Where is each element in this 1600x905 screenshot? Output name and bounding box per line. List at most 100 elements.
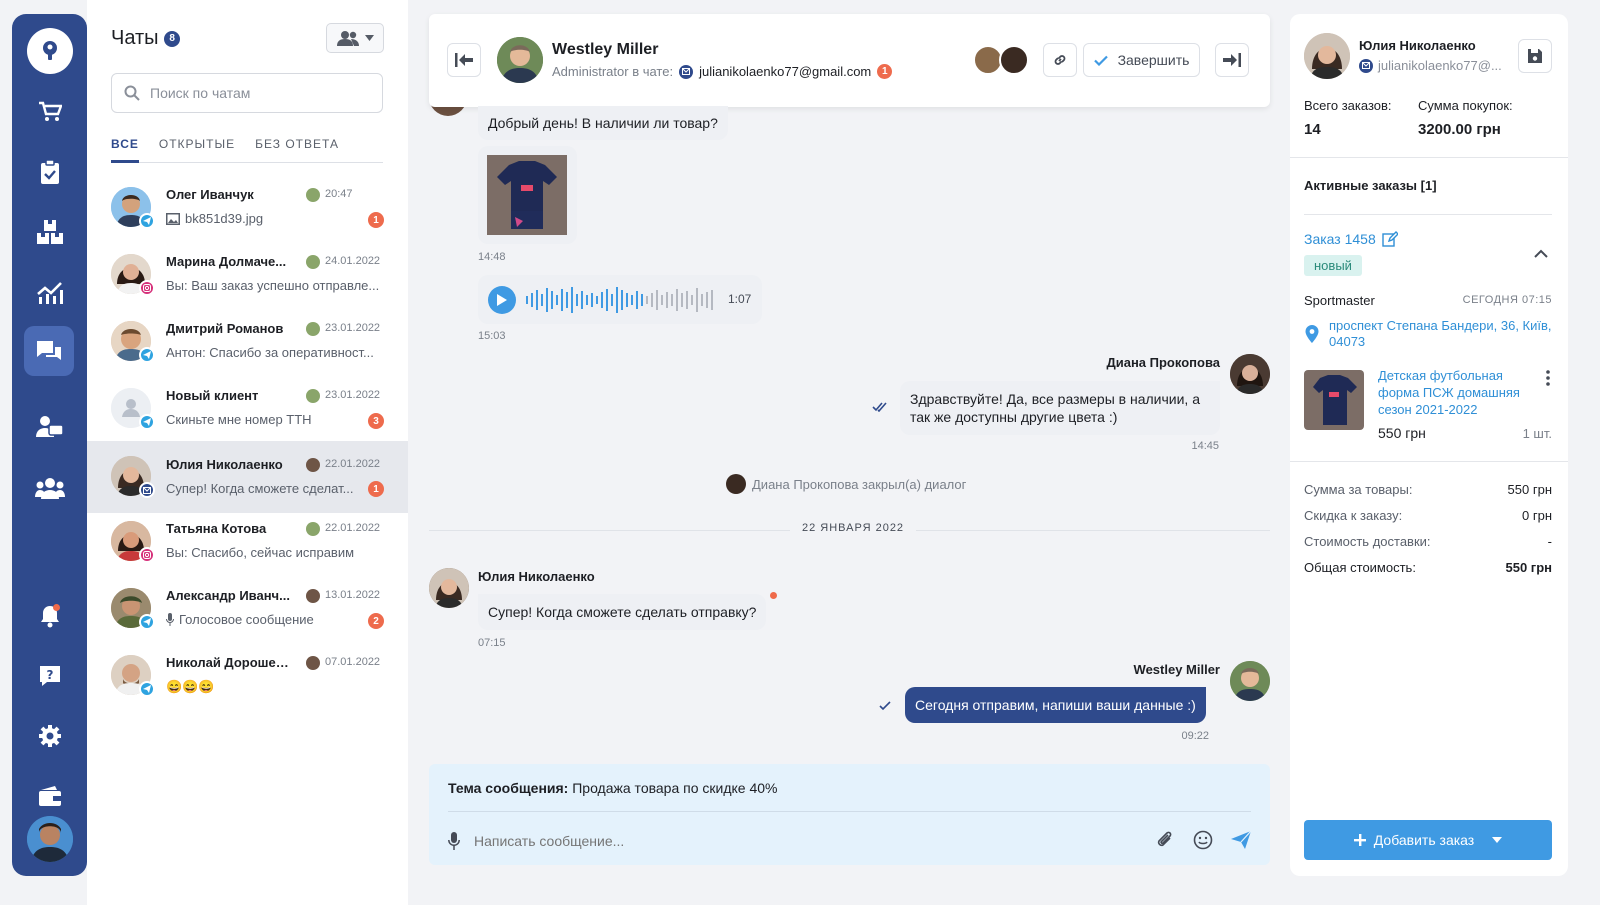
paperclip-icon[interactable] bbox=[1156, 830, 1174, 850]
instagram-icon bbox=[139, 280, 155, 296]
message-time: 14:48 bbox=[478, 251, 506, 263]
chats-icon[interactable] bbox=[24, 326, 74, 376]
message-time: 14:45 bbox=[1191, 440, 1219, 452]
summary-total-row: Общая стоимость: 550 грн bbox=[1304, 560, 1552, 575]
customer-name: Юлия Николаенко bbox=[1359, 38, 1476, 53]
customer-email[interactable]: julianikolaenko77@... bbox=[1378, 58, 1502, 73]
email-icon bbox=[679, 64, 694, 79]
tab-all[interactable]: ВСЕ bbox=[111, 137, 139, 163]
order-time: СЕГОДНЯ 07:15 bbox=[1462, 294, 1552, 306]
finish-dialog-button[interactable]: Завершить bbox=[1083, 43, 1200, 77]
agent-mini-avatar bbox=[306, 522, 320, 536]
email-badge: 1 bbox=[877, 64, 893, 79]
plus-icon bbox=[1353, 834, 1366, 846]
chat-list-item[interactable]: Николай Дорошен... 07.01.2022 😄😄😄 bbox=[87, 642, 408, 709]
chat-list-item-selected[interactable]: Юлия Николаенко 22.01.2022 Супер! Когда … bbox=[87, 441, 408, 513]
tab-no-reply[interactable]: БЕЗ ОТВЕТА bbox=[255, 137, 339, 163]
unread-badge: 1 bbox=[368, 481, 384, 497]
chat-preview: Супер! Когда сможете сделат... bbox=[166, 481, 354, 496]
customer-email-row: julianikolaenko77@... bbox=[1359, 58, 1502, 73]
unread-badge: 1 bbox=[368, 212, 384, 228]
agent-mini-avatar bbox=[306, 656, 320, 670]
message-time: 15:03 bbox=[478, 330, 506, 342]
message-sender: Диана Прокопова bbox=[1106, 355, 1220, 370]
contact-name: Олег Иванчук bbox=[166, 187, 254, 202]
contact-name: Татьяна Котова bbox=[166, 521, 267, 536]
image-message[interactable] bbox=[478, 146, 577, 244]
settings-gear-icon[interactable] bbox=[12, 714, 87, 758]
chat-list-item[interactable]: Олег Иванчук 20:47 bk851d39.jpg 1 bbox=[87, 174, 408, 241]
product-thumbnail[interactable] bbox=[1304, 370, 1364, 430]
contact-name: Новый клиент bbox=[166, 388, 259, 403]
order-link[interactable]: Заказ 1458 bbox=[1304, 231, 1398, 247]
play-icon bbox=[497, 294, 507, 306]
users-group-icon[interactable] bbox=[12, 466, 87, 510]
chat-list-item[interactable]: Александр Иванч... 13.01.2022 Голосовое … bbox=[87, 575, 408, 642]
delivery-address[interactable]: проспект Степана Бандери, 36, Київ, 0407… bbox=[1329, 318, 1554, 350]
more-vertical-icon[interactable] bbox=[1546, 370, 1550, 386]
cart-icon[interactable] bbox=[12, 90, 87, 134]
contact-name: Николай Дорошен... bbox=[166, 655, 291, 670]
message-subject[interactable]: Тема сообщения: Продажа товара по скидке… bbox=[448, 780, 777, 796]
clipboard-check-icon[interactable] bbox=[12, 150, 87, 194]
chat-preview: Антон: Спасибо за оперативност... bbox=[166, 345, 374, 360]
unread-badge: 3 bbox=[368, 413, 384, 429]
message-time: 07:15 bbox=[478, 637, 506, 649]
customer-panel: Юлия Николаенко julianikolaenko77@... Вс… bbox=[1290, 14, 1568, 876]
chat-preview: Вы: Спасибо, сейчас исправим bbox=[166, 545, 355, 560]
chat-preview: bk851d39.jpg bbox=[166, 211, 381, 226]
telegram-icon bbox=[139, 614, 155, 630]
agent-mini-avatar bbox=[306, 322, 320, 336]
microphone-icon[interactable] bbox=[448, 832, 460, 850]
save-floppy-icon bbox=[1528, 49, 1542, 63]
agent-mini-avatar bbox=[306, 255, 320, 269]
boxes-icon[interactable] bbox=[12, 210, 87, 254]
logo-icon[interactable] bbox=[27, 28, 73, 74]
chat-preview: 😄😄😄 bbox=[166, 679, 215, 694]
filter-users-dropdown[interactable] bbox=[326, 23, 384, 53]
tab-open[interactable]: ОТКРЫТЫЕ bbox=[159, 137, 235, 163]
message-input[interactable] bbox=[474, 826, 1074, 856]
collapse-left-button[interactable] bbox=[447, 43, 481, 77]
divider bbox=[1290, 461, 1568, 462]
emoji-icon[interactable] bbox=[1193, 830, 1213, 850]
chevron-up-icon[interactable] bbox=[1534, 249, 1548, 258]
arrow-right-bar-icon bbox=[1223, 53, 1241, 67]
chat-search-input[interactable]: Поиск по чатам bbox=[111, 73, 383, 113]
product-name-link[interactable]: Детская футбольная форма ПСЖ домашняя се… bbox=[1378, 367, 1528, 418]
chat-list-item[interactable]: Дмитрий Романов 23.01.2022 Антон: Спасиб… bbox=[87, 308, 408, 375]
contact-name: Александр Иванч... bbox=[166, 588, 290, 603]
nav-rail: ? bbox=[12, 14, 87, 876]
participant-avatar[interactable] bbox=[999, 45, 1029, 75]
double-check-icon bbox=[872, 402, 887, 412]
chat-list-item[interactable]: Новый клиент 23.01.2022 Скиньте мне номе… bbox=[87, 375, 408, 442]
voice-waveform[interactable] bbox=[526, 285, 718, 315]
support-agent-icon[interactable] bbox=[12, 406, 87, 450]
play-button[interactable] bbox=[488, 286, 516, 314]
chat-time: 24.01.2022 bbox=[325, 255, 381, 267]
composer-divider bbox=[448, 811, 1251, 812]
chat-header-email[interactable]: julianikolaenko77@gmail.com bbox=[699, 64, 871, 79]
contact-name: Дмитрий Романов bbox=[166, 321, 284, 336]
add-order-button[interactable]: Добавить заказ bbox=[1304, 820, 1552, 860]
agent-mini-avatar bbox=[306, 389, 320, 403]
agent-mini-avatar bbox=[306, 589, 320, 603]
product-jersey-image bbox=[487, 155, 567, 235]
chat-list-item[interactable]: Марина Долмаче... 24.01.2022 Вы: Ваш зак… bbox=[87, 241, 408, 308]
copy-link-button[interactable] bbox=[1043, 43, 1077, 77]
chat-time: 13.01.2022 bbox=[325, 589, 381, 601]
wallet-icon[interactable] bbox=[12, 774, 87, 818]
notifications-bell-icon[interactable] bbox=[12, 594, 87, 638]
current-user-avatar[interactable] bbox=[27, 816, 73, 862]
help-question-icon[interactable]: ? bbox=[12, 654, 87, 698]
chat-list-item[interactable]: Татьяна Котова 22.01.2022 Вы: Спасибо, с… bbox=[87, 508, 408, 575]
edit-icon[interactable] bbox=[1382, 231, 1398, 247]
analytics-chart-icon[interactable] bbox=[12, 270, 87, 314]
send-icon[interactable] bbox=[1231, 831, 1251, 849]
save-button[interactable] bbox=[1518, 39, 1552, 73]
chevron-down-icon[interactable] bbox=[1492, 837, 1503, 843]
message-sender: Юлия Николаенко bbox=[478, 569, 595, 584]
collapse-right-button[interactable] bbox=[1215, 43, 1249, 77]
chats-title: Чаты 8 bbox=[111, 27, 181, 50]
chat-tabs: ВСЕ ОТКРЫТЫЕ БЕЗ ОТВЕТА bbox=[111, 137, 383, 163]
